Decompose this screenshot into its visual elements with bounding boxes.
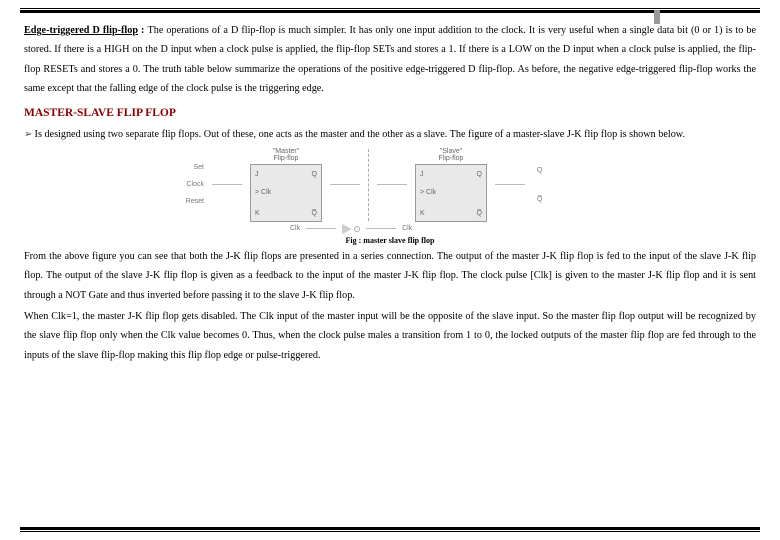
figure-row: Set Clock Reset "Master" Flip-flop J > C… [170,148,610,222]
top-rule-thin [20,8,760,9]
master-flipflop-icon: J > Clk K Q Q̅ [250,164,322,222]
d-flipflop-paragraph: Edge-triggered D flip-flop : The operati… [24,21,756,99]
body: Edge-triggered D flip-flop : The operati… [20,13,760,365]
page: Edge-triggered D flip-flop : The operati… [0,0,780,375]
pin-q: Q [312,171,317,178]
pin-qbar: Q̅ [312,210,317,217]
bottom-rules [20,525,760,532]
wire-icon [377,184,407,185]
clk-row: Clk Clk [170,224,610,234]
below-para-1: From the above figure you can see that b… [24,247,756,305]
label-reset: Reset [170,198,204,205]
master-block: "Master" Flip-flop J > Clk K Q Q̅ [250,148,322,222]
figure-caption: Fig : master slave flip flop [170,236,610,245]
d-flipflop-title: Edge-triggered D flip-flop [24,25,138,36]
pin-k: K [255,210,260,217]
wire-icon [212,184,242,185]
dashed-separator-icon [368,149,369,221]
pin-q: Q [477,171,482,178]
pin-j: J [420,171,424,178]
wire-icon [306,228,336,229]
slave-title: "Slave" Flip-flop [439,148,464,162]
slave-flipflop-icon: J > Clk K Q Q̅ [415,164,487,222]
figure-right-labels: Q Q̅ [533,167,565,203]
figure-master-slave: Set Clock Reset "Master" Flip-flop J > C… [170,148,610,245]
colon: : [138,25,148,36]
below-para-2: When Clk=1, the master J-K flip flop get… [24,307,756,365]
ms-bullet-text: Is designed using two separate flip flop… [35,129,686,140]
pin-k: K [420,210,425,217]
slave-block: "Slave" Flip-flop J > Clk K Q Q̅ [415,148,487,222]
header-notch-icon [654,10,660,24]
wire-icon [330,184,360,185]
pin-qbar: Q̅ [477,210,482,217]
master-slave-heading: MASTER-SLAVE FLIP FLOP [24,107,756,119]
bottom-rule-thick [20,527,760,530]
label-q: Q [537,167,565,174]
master-title: "Master" Flip-flop [273,148,299,162]
ms-bullet: Is designed using two separate flip flop… [24,125,756,144]
pin-clk: > Clk [255,189,271,196]
clk-label-1: Clk [290,225,300,232]
wire-icon [495,184,525,185]
wire-icon [366,228,396,229]
figure-left-labels: Set Clock Reset [170,164,204,205]
pin-j: J [255,171,259,178]
not-gate-icon [342,224,360,234]
pin-clk: > Clk [420,189,436,196]
label-qbar: Q̅ [537,196,565,203]
label-clock: Clock [170,181,204,188]
clk-label-2: Clk [402,225,412,232]
label-set: Set [170,164,204,171]
bottom-rule-thin [20,531,760,532]
